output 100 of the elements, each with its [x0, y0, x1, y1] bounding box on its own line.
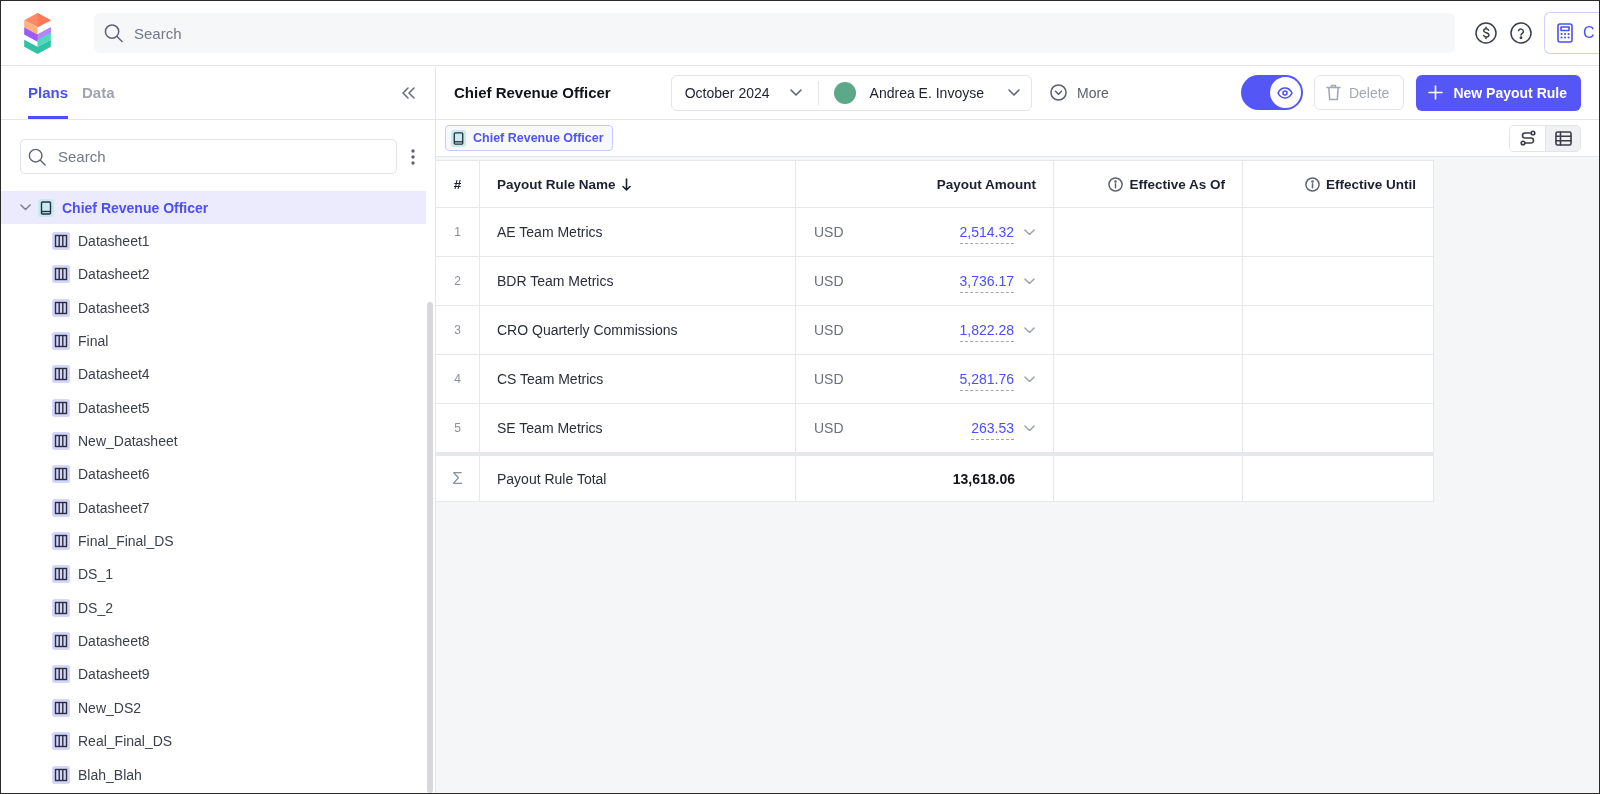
columns-icon	[52, 265, 70, 284]
row-number: 3	[454, 323, 461, 337]
tree-item[interactable]: Datasheet9	[1, 657, 426, 692]
caret-icon[interactable]	[1024, 375, 1035, 383]
rule-name[interactable]: CS Team Metrics	[497, 371, 604, 387]
tree-item[interactable]: Final_Final_DS	[1, 524, 426, 558]
kebab-menu-icon[interactable]	[411, 148, 415, 165]
columns-icon	[52, 465, 70, 484]
amount-link[interactable]: 263.53	[971, 420, 1014, 440]
tree-item[interactable]: Datasheet1	[1, 224, 426, 258]
columns-icon	[52, 365, 70, 384]
column-header[interactable]: Effective As Of	[1129, 176, 1225, 192]
columns-icon	[52, 532, 70, 551]
currency-label: USD	[814, 273, 844, 289]
row-number: 2	[454, 274, 461, 288]
arrow-down-icon	[621, 177, 631, 191]
tree-item[interactable]: Datasheet5	[1, 391, 426, 425]
columns-icon	[52, 698, 70, 717]
rule-name[interactable]: CRO Quarterly Commissions	[497, 322, 678, 338]
currency-label: USD	[814, 420, 844, 436]
dollar-icon[interactable]	[1475, 22, 1497, 44]
tree-item[interactable]: New_Datasheet	[1, 424, 426, 458]
columns-icon	[52, 632, 70, 651]
plus-icon	[1428, 85, 1444, 100]
page-title: Chief Revenue Officer	[454, 84, 611, 101]
tab[interactable]: Plans	[28, 66, 69, 119]
tree-item[interactable]: DS_2	[1, 591, 426, 625]
currency-label: USD	[814, 322, 844, 338]
column-header[interactable]: Payout Rule Name	[497, 176, 631, 192]
caret-icon	[1007, 88, 1020, 97]
search-icon	[28, 147, 46, 166]
calculator-button[interactable]: C	[1544, 12, 1599, 54]
book-icon	[38, 198, 54, 217]
column-header[interactable]: #	[453, 176, 462, 192]
total-label: Payout Rule Total	[497, 470, 607, 487]
caret-icon[interactable]	[1024, 277, 1035, 285]
row-number: 4	[454, 372, 461, 386]
search-icon	[104, 23, 123, 43]
new-payout-rule-button[interactable]: New Payout Rule	[1416, 74, 1581, 111]
scrollbar-thumb[interactable]	[427, 302, 433, 793]
more-button[interactable]: More	[1049, 84, 1109, 101]
eye-icon	[1277, 86, 1294, 99]
info-icon	[1304, 176, 1320, 192]
chevron-down-icon[interactable]	[20, 204, 31, 211]
currency-label: USD	[814, 224, 844, 240]
help-icon[interactable]	[1510, 22, 1532, 44]
rule-name[interactable]: AE Team Metrics	[497, 224, 603, 240]
tree-item[interactable]: Datasheet8	[1, 624, 426, 658]
tree-item[interactable]: Datasheet6	[1, 457, 426, 492]
double-chevron-left-icon[interactable]	[402, 86, 415, 99]
columns-icon	[52, 598, 70, 617]
tree-item[interactable]: Datasheet4	[1, 357, 426, 392]
period-dropdown[interactable]: October 2024	[671, 75, 818, 110]
column-header[interactable]: Effective Until	[1325, 176, 1416, 192]
logo-icon[interactable]	[24, 12, 51, 54]
columns-icon	[52, 232, 70, 250]
columns-icon	[52, 732, 70, 751]
tree-item[interactable]: Chief Revenue Officer	[1, 191, 426, 225]
rule-name[interactable]: SE Team Metrics	[497, 420, 603, 436]
currency-label: USD	[814, 371, 844, 387]
tree-item[interactable]: Final	[1, 324, 426, 358]
amount-link[interactable]: 2,514.32	[959, 224, 1014, 244]
info-icon	[1108, 176, 1124, 192]
view-button[interactable]	[1545, 125, 1580, 151]
plan-chip[interactable]: Chief Revenue Officer	[445, 125, 613, 151]
columns-icon	[52, 498, 70, 517]
column-header[interactable]: Payout Amount	[936, 176, 1036, 192]
amount-link[interactable]: 1,822.28	[959, 322, 1014, 342]
chevron-circle-icon	[1049, 84, 1067, 101]
tree-item[interactable]: Datasheet7	[1, 491, 426, 525]
row-number: 5	[454, 421, 461, 435]
caret-icon	[789, 88, 802, 97]
calculator-icon	[1557, 23, 1573, 43]
tree-item[interactable]: Datasheet2	[1, 257, 426, 292]
tree-item[interactable]: New_DS2	[1, 691, 426, 725]
columns-icon	[52, 565, 70, 584]
route-icon	[1519, 130, 1536, 146]
columns-icon	[52, 665, 70, 684]
rule-name[interactable]: BDR Team Metrics	[497, 273, 614, 289]
columns-icon	[52, 432, 70, 451]
search-field[interactable]: Search	[94, 13, 1455, 53]
tree-item[interactable]: DS_1	[1, 557, 426, 592]
row-number: 1	[454, 225, 461, 239]
payee-dropdown[interactable]: Andrea E. Invoyse	[818, 75, 1031, 110]
caret-icon[interactable]	[1024, 424, 1035, 432]
columns-icon	[52, 298, 70, 317]
search-field[interactable]: Search	[20, 139, 397, 174]
amount-link[interactable]: 3,736.17	[959, 273, 1014, 293]
preview-toggle[interactable]	[1240, 75, 1303, 110]
tree-item[interactable]: Datasheet3	[1, 291, 426, 325]
tree-item[interactable]: Blah_Blah	[1, 757, 426, 792]
sum-symbol: Σ	[452, 468, 463, 489]
amount-link[interactable]: 5,281.76	[959, 371, 1014, 391]
total-amount: 13,618.06	[952, 470, 1015, 487]
columns-icon	[52, 765, 70, 784]
table-icon	[1554, 130, 1572, 146]
trash-icon	[1325, 84, 1341, 101]
caret-icon[interactable]	[1024, 326, 1035, 334]
tree-item[interactable]: Real_Final_DS	[1, 724, 426, 758]
caret-icon[interactable]	[1024, 228, 1035, 236]
